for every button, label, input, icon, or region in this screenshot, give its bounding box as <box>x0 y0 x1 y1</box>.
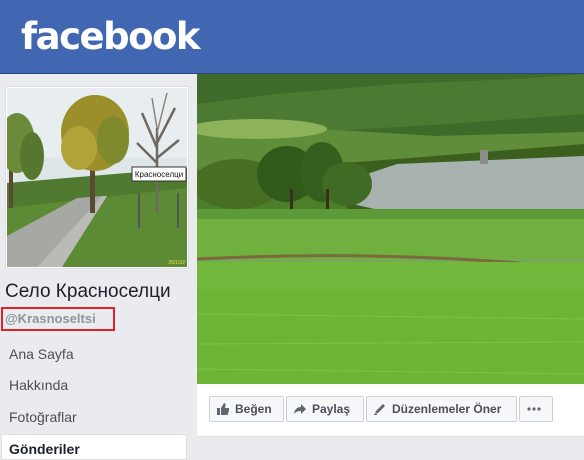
lake-landscape-photo <box>197 74 584 384</box>
page-username[interactable]: @Krasnoseltsi <box>5 311 96 326</box>
share-button[interactable]: Paylaş <box>286 396 364 422</box>
like-button[interactable]: Beğen <box>209 396 284 422</box>
sign-text: Красноселци <box>135 170 183 179</box>
profile-picture[interactable]: Красноселци 26/10/2 <box>5 86 189 269</box>
profile-photo[interactable]: Красноселци 26/10/2 <box>7 88 187 267</box>
village-sign-photo: Красноселци 26/10/2 <box>7 88 187 267</box>
thumbs-up-icon <box>217 403 230 415</box>
page-action-bar: Beğen Paylaş Düzenlemeler Öner <box>197 384 584 437</box>
more-options-button[interactable] <box>519 396 553 422</box>
top-navigation-bar: facebook <box>0 0 584 74</box>
nav-item-posts-label: Gönderiler <box>9 441 80 457</box>
nav-item-photos[interactable]: Fotoğraflar <box>9 409 77 425</box>
suggest-edits-label: Düzenlemeler Öner <box>392 402 502 416</box>
facebook-logo[interactable]: facebook <box>21 12 201 62</box>
nav-item-posts[interactable]: Gönderiler <box>1 434 187 460</box>
suggest-edits-button[interactable]: Düzenlemeler Öner <box>366 396 517 422</box>
like-label: Beğen <box>235 402 272 416</box>
nav-item-home[interactable]: Ana Sayfa <box>9 346 74 362</box>
ellipsis-icon <box>526 407 541 411</box>
photo-date-stamp: 26/10/2 <box>168 260 185 266</box>
left-column: Красноселци 26/10/2 Село Красноселци @Kr… <box>0 74 196 460</box>
cover-photo[interactable] <box>197 74 584 384</box>
share-arrow-icon <box>294 404 306 414</box>
share-label: Paylaş <box>312 402 351 416</box>
nav-item-about[interactable]: Hakkında <box>9 377 68 393</box>
page-title[interactable]: Село Красноселци <box>5 281 171 303</box>
pencil-icon <box>374 404 385 415</box>
